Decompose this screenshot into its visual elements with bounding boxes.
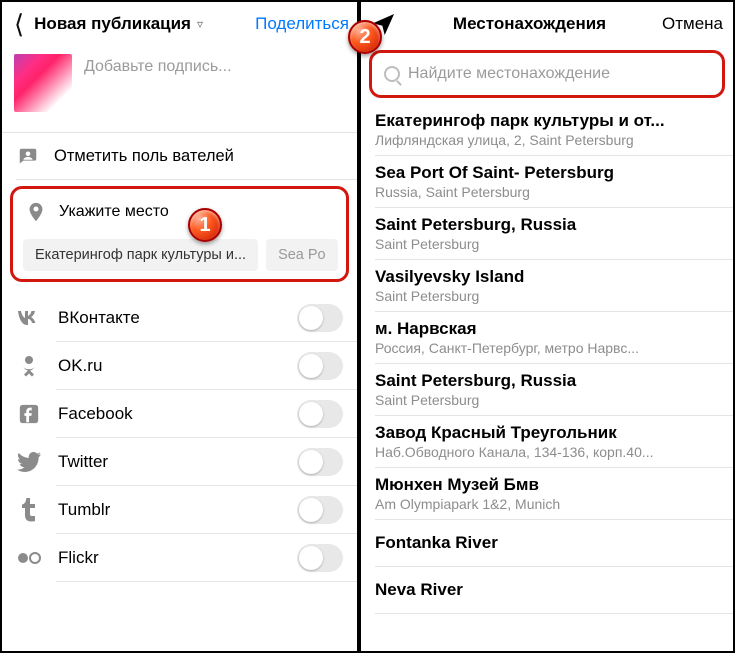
tag-people-label: Отметить поль вателей bbox=[54, 147, 234, 166]
share-button[interactable]: Поделиться bbox=[255, 14, 349, 34]
search-placeholder: Найдите местонахождение bbox=[408, 65, 610, 83]
add-location-block: Укажите место Екатерингоф парк культуры … bbox=[10, 186, 349, 282]
right-header: Местонахождения Отмена bbox=[361, 2, 733, 46]
social-label: ВКонтакте bbox=[58, 308, 281, 328]
toggle-vk[interactable] bbox=[297, 304, 343, 332]
search-input[interactable]: Найдите местонахождение bbox=[378, 57, 716, 91]
location-result[interactable]: Vasilyevsky IslandSaint Petersburg bbox=[361, 260, 733, 312]
social-label: OK.ru bbox=[58, 356, 281, 376]
location-result[interactable]: Завод Красный ТреугольникНаб.Обводного К… bbox=[361, 416, 733, 468]
toggle-flickr[interactable] bbox=[297, 544, 343, 572]
caption-row: Добавьте подпись... bbox=[2, 46, 357, 132]
location-chip[interactable]: Екатерингоф парк культуры и... bbox=[23, 239, 258, 271]
social-row-vk: ВКонтакте bbox=[2, 294, 357, 342]
location-result[interactable]: Екатерингоф парк культуры и от...Лифлянд… bbox=[361, 104, 733, 156]
post-thumbnail[interactable] bbox=[14, 54, 72, 112]
location-result[interactable]: Neva River bbox=[361, 567, 733, 614]
callout-badge-2: 2 bbox=[348, 20, 382, 54]
ok-icon bbox=[16, 353, 42, 379]
pin-icon bbox=[25, 201, 47, 223]
flickr-icon bbox=[16, 545, 42, 571]
social-row-ok: OK.ru bbox=[2, 342, 357, 390]
tag-people-row[interactable]: Отметить поль вателей bbox=[2, 133, 357, 180]
new-post-panel: ⟨ Новая публикация ▿ Поделиться Добавьте… bbox=[2, 2, 361, 651]
chevron-down-icon[interactable]: ▿ bbox=[197, 17, 203, 31]
locations-panel: Местонахождения Отмена Найдите местонахо… bbox=[361, 2, 733, 651]
social-label: Twitter bbox=[58, 452, 281, 472]
callout-badge-1: 1 bbox=[188, 208, 222, 242]
social-row-flickr: Flickr bbox=[2, 534, 357, 582]
social-label: Flickr bbox=[58, 548, 281, 568]
location-result[interactable]: Sea Port Of Saint- PetersburgRussia, Sai… bbox=[361, 156, 733, 208]
cancel-button[interactable]: Отмена bbox=[662, 14, 723, 34]
caption-input[interactable]: Добавьте подпись... bbox=[84, 54, 232, 76]
location-result[interactable]: Saint Petersburg, RussiaSaint Petersburg bbox=[361, 364, 733, 416]
right-title: Местонахождения bbox=[453, 14, 606, 34]
social-label: Facebook bbox=[58, 404, 281, 424]
location-result[interactable]: Saint Petersburg, RussiaSaint Petersburg bbox=[361, 208, 733, 260]
social-label: Tumblr bbox=[58, 500, 281, 520]
toggle-tumblr[interactable] bbox=[297, 496, 343, 524]
add-location-label: Укажите место bbox=[59, 203, 169, 221]
social-row-twitter: Twitter bbox=[2, 438, 357, 486]
person-tag-icon bbox=[16, 145, 40, 169]
search-icon bbox=[384, 66, 400, 82]
location-suggestions: Екатерингоф парк культуры и... Sea Po bbox=[17, 233, 342, 273]
location-result[interactable]: Мюнхен Музей БмвAm Olympiapark 1&2, Muni… bbox=[361, 468, 733, 520]
facebook-icon bbox=[16, 401, 42, 427]
social-row-tumblr: Tumblr bbox=[2, 486, 357, 534]
location-result[interactable]: Fontanka River bbox=[361, 520, 733, 567]
toggle-twitter[interactable] bbox=[297, 448, 343, 476]
tumblr-icon bbox=[16, 497, 42, 523]
twitter-icon bbox=[16, 449, 42, 475]
left-header: ⟨ Новая публикация ▿ Поделиться bbox=[2, 2, 357, 46]
social-row-facebook: Facebook bbox=[2, 390, 357, 438]
location-chip[interactable]: Sea Po bbox=[266, 239, 338, 271]
toggle-ok[interactable] bbox=[297, 352, 343, 380]
toggle-facebook[interactable] bbox=[297, 400, 343, 428]
location-result[interactable]: м. НарвскаяРоссия, Санкт-Петербург, метр… bbox=[361, 312, 733, 364]
location-results[interactable]: Екатерингоф парк культуры и от...Лифлянд… bbox=[361, 104, 733, 651]
search-highlight: Найдите местонахождение bbox=[369, 50, 725, 98]
left-title: Новая публикация bbox=[34, 14, 191, 34]
add-location-row[interactable]: Укажите место bbox=[17, 191, 342, 233]
share-to-socials: ВКонтакте OK.ru Facebook Twitter Tumblr bbox=[2, 294, 357, 582]
back-icon[interactable]: ⟨ bbox=[10, 11, 28, 37]
vk-icon bbox=[16, 305, 42, 331]
